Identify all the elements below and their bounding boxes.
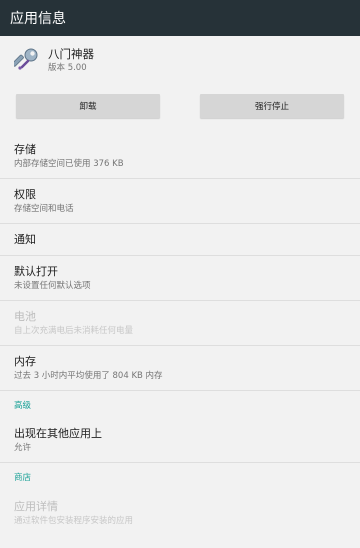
- wrench-key-icon: [11, 47, 40, 73]
- battery-item: 电池 自上次充满电后未消耗任何电量: [0, 301, 360, 346]
- memory-summary: 过去 3 小时内平均使用了 804 KB 内存: [14, 371, 163, 381]
- permissions-title: 权限: [14, 188, 36, 201]
- open-by-default-summary: 未设置任何默认选项: [14, 281, 91, 291]
- overlay-item[interactable]: 出现在其他应用上 允许: [0, 418, 360, 463]
- memory-item[interactable]: 内存 过去 3 小时内平均使用了 804 KB 内存: [0, 346, 360, 391]
- page-title: 应用信息: [10, 11, 66, 27]
- app-details-summary: 通过软件包安装程序安装的应用: [14, 515, 134, 526]
- app-bar: 应用信息: [0, 0, 360, 36]
- memory-title: 内存: [14, 355, 36, 368]
- section-store: 商店: [14, 472, 32, 483]
- app-details-item: 应用详情 通过软件包安装程序安装的应用: [0, 490, 360, 535]
- open-by-default-item[interactable]: 默认打开 未设置任何默认选项: [0, 256, 360, 301]
- settings-list: 存储 内部存储空间已使用 376 KB 权限 存储空间和电话 通知 默认打开 未…: [0, 134, 360, 535]
- section-advanced: 高级: [14, 400, 32, 411]
- storage-title: 存储: [14, 143, 36, 156]
- action-buttons: 卸载 强行停止: [0, 94, 360, 134]
- storage-item[interactable]: 存储 内部存储空间已使用 376 KB: [0, 134, 360, 179]
- app-name: 八门神器: [48, 46, 94, 61]
- battery-title: 电池: [14, 310, 36, 323]
- battery-summary: 自上次充满电后未消耗任何电量: [14, 326, 134, 336]
- overlay-summary: 允许: [14, 443, 32, 453]
- permissions-item[interactable]: 权限 存储空间和电话: [0, 179, 360, 224]
- app-details-title: 应用详情: [14, 499, 58, 513]
- overlay-title: 出现在其他应用上: [14, 427, 102, 440]
- open-by-default-title: 默认打开: [14, 265, 58, 278]
- storage-summary: 内部存储空间已使用 376 KB: [14, 159, 124, 169]
- notifications-item[interactable]: 通知: [0, 224, 360, 256]
- notifications-title: 通知: [14, 233, 36, 246]
- force-stop-button[interactable]: 强行停止: [200, 94, 344, 118]
- app-header: 八门神器 版本 5.00: [0, 36, 360, 84]
- app-version: 版本 5.00: [48, 62, 87, 73]
- permissions-summary: 存储空间和电话: [14, 204, 74, 214]
- uninstall-button[interactable]: 卸载: [16, 94, 160, 118]
